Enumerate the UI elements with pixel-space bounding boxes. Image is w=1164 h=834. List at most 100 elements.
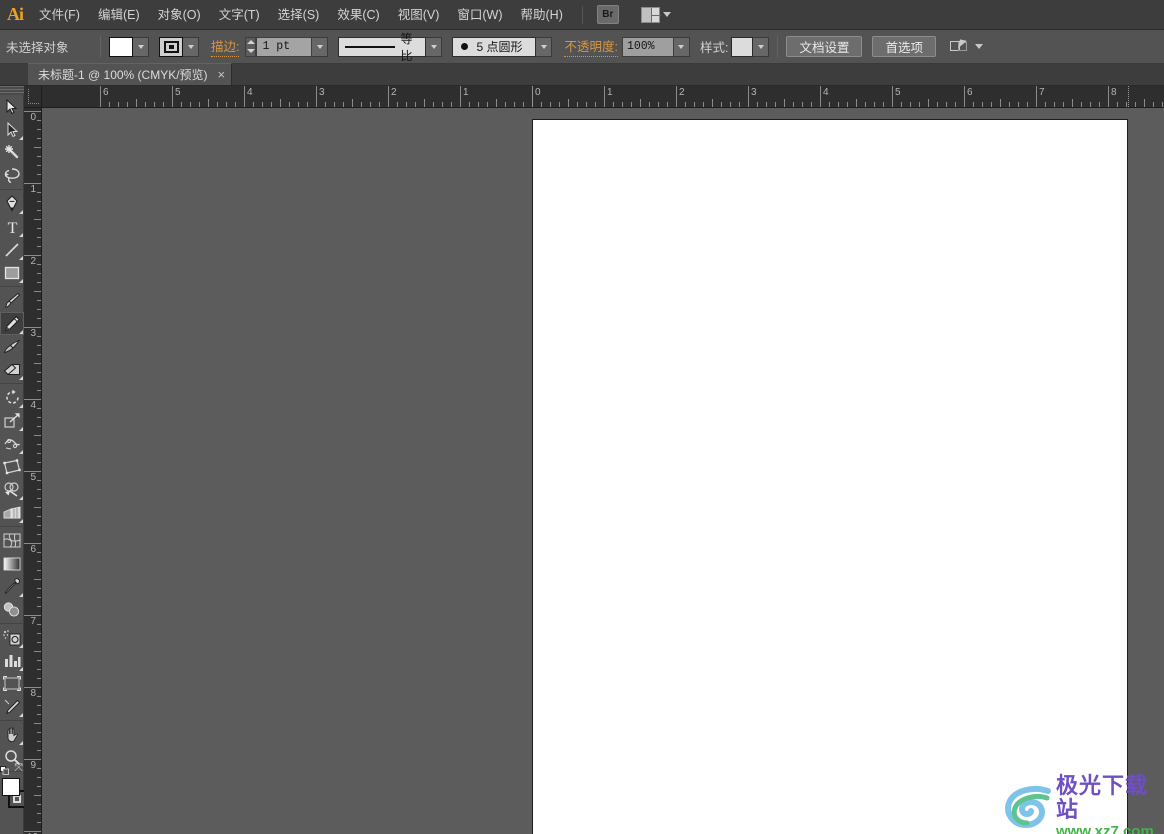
blend-tool[interactable] [0,598,24,621]
ruler-tick-minor [37,129,41,130]
width-tool[interactable] [0,432,24,455]
blob-brush-tool[interactable] [0,335,24,358]
ruler-tick-minor [685,102,686,107]
stroke-weight-input[interactable]: 1 pt [256,36,313,57]
hand-tool[interactable] [0,723,24,746]
document-tab[interactable]: 未标题-1 @ 100% (CMYK/预览) × [28,63,233,85]
stroke-weight-label[interactable]: 描边: [211,36,240,57]
menu-select[interactable]: 选择(S) [269,0,329,30]
style-control[interactable] [731,36,770,57]
slice-tool[interactable] [0,695,24,718]
eyedropper-tool[interactable] [0,575,24,598]
menu-help[interactable]: 帮助(H) [512,0,572,30]
menu-object[interactable]: 对象(O) [149,0,210,30]
paintbrush-tool[interactable] [0,289,24,312]
stroke-color-control[interactable] [159,36,199,57]
free-transform-tool[interactable] [0,455,24,478]
ruler-label: 5 [175,87,181,98]
gradient-tool[interactable] [0,552,24,575]
line-segment-tool[interactable] [0,238,24,261]
brush-definition-combo[interactable]: 5 点圆形 [452,36,537,57]
fill-control[interactable] [109,36,149,57]
fill-swatch[interactable] [109,36,133,57]
brush-definition-dropdown-icon[interactable] [536,36,553,57]
ruler-tick-minor [424,99,425,107]
document-setup-button[interactable]: 文档设置 [786,36,863,57]
magic-wand-tool[interactable] [0,141,24,164]
menu-effect[interactable]: 效果(C) [328,0,388,30]
align-chevron-down-icon[interactable] [974,44,983,49]
arrange-documents-button[interactable] [640,6,671,23]
menu-file[interactable]: 文件(F) [30,0,89,30]
opacity-label[interactable]: 不透明度: [564,36,618,57]
ruler-tick-minor [289,102,290,107]
opacity-dropdown-icon[interactable] [673,36,690,57]
swap-fill-stroke-icon[interactable]: ⤧ [14,762,23,775]
ruler-tick-minor [1018,102,1019,107]
fill-stroke-indicator[interactable]: ⤧ [0,762,26,816]
stroke-weight-stepper[interactable] [245,36,257,57]
tools-divider-3 [0,383,24,384]
bridge-icon[interactable]: Br [596,5,619,24]
tools-divider-5 [0,623,24,624]
lasso-tool[interactable] [0,164,24,187]
ruler-tick-minor [37,525,41,526]
style-swatch[interactable] [731,36,754,57]
fill-indicator-swatch[interactable] [2,778,20,796]
menu-type[interactable]: 文字(T) [210,0,269,30]
rectangle-tool[interactable] [0,261,24,284]
close-icon[interactable]: × [218,68,226,81]
ruler-origin-corner[interactable] [24,86,42,108]
ruler-tick-minor [37,372,41,373]
width-profile-dropdown-icon[interactable] [426,36,443,57]
ruler-tick-major [748,86,749,107]
ruler-label: 3 [30,328,36,339]
column-graph-tool[interactable] [0,649,24,672]
stroke-swatch[interactable] [159,36,183,57]
horizontal-ruler[interactable]: 6 5 4 3 2 1 0 1 2 3 4 5 6 7 8 [42,86,1164,108]
pen-tool[interactable] [0,192,24,215]
preferences-button[interactable]: 首选项 [872,36,936,57]
tools-divider-1 [0,189,24,190]
canvas-area[interactable] [42,108,1164,834]
opacity-control[interactable]: 100% [621,36,690,57]
ruler-label: 6 [967,87,973,98]
ruler-tick-minor [37,390,41,391]
stroke-weight-control[interactable]: 1 pt [245,36,329,57]
menu-window[interactable]: 窗口(W) [448,0,511,30]
symbol-sprayer-tool[interactable] [0,626,24,649]
stroke-dropdown-icon[interactable] [183,36,199,57]
eraser-tool[interactable] [0,358,24,381]
style-dropdown-icon[interactable] [753,36,770,57]
ruler-tick-minor [856,99,857,107]
vertical-ruler[interactable]: 012345678910 [24,108,42,834]
scale-tool[interactable] [0,409,24,432]
artboard[interactable] [532,119,1128,834]
stroke-weight-dropdown-icon[interactable] [312,36,329,57]
ruler-tick-minor [928,99,929,107]
brush-definition-control[interactable]: 5 点圆形 [452,36,553,57]
tools-panel-grip[interactable] [0,86,24,95]
direct-selection-tool[interactable] [0,118,24,141]
width-profile-combo[interactable]: 等比 [338,32,427,63]
ruler-tick-minor [586,102,587,107]
width-profile-control[interactable]: 等比 [338,32,443,63]
menu-edit[interactable]: 编辑(E) [89,0,149,30]
opacity-input[interactable]: 100% [621,36,674,57]
perspective-grid-tool[interactable] [0,501,24,524]
pencil-tool[interactable] [0,312,24,335]
ruler-label: 4 [247,87,253,98]
artboard-tool[interactable] [0,672,24,695]
selection-tool[interactable] [0,95,24,118]
ruler-tick-minor [1027,102,1028,107]
fill-dropdown-icon[interactable] [133,36,149,57]
type-tool[interactable]: T [0,215,24,238]
menu-view[interactable]: 视图(V) [389,0,449,30]
control-divider-1 [100,35,101,58]
shape-builder-tool[interactable] [0,478,24,501]
ruler-tick-minor [298,102,299,107]
ruler-tick-minor [34,651,41,652]
align-control[interactable] [949,38,983,55]
rotate-tool[interactable] [0,386,24,409]
mesh-tool[interactable] [0,529,24,552]
